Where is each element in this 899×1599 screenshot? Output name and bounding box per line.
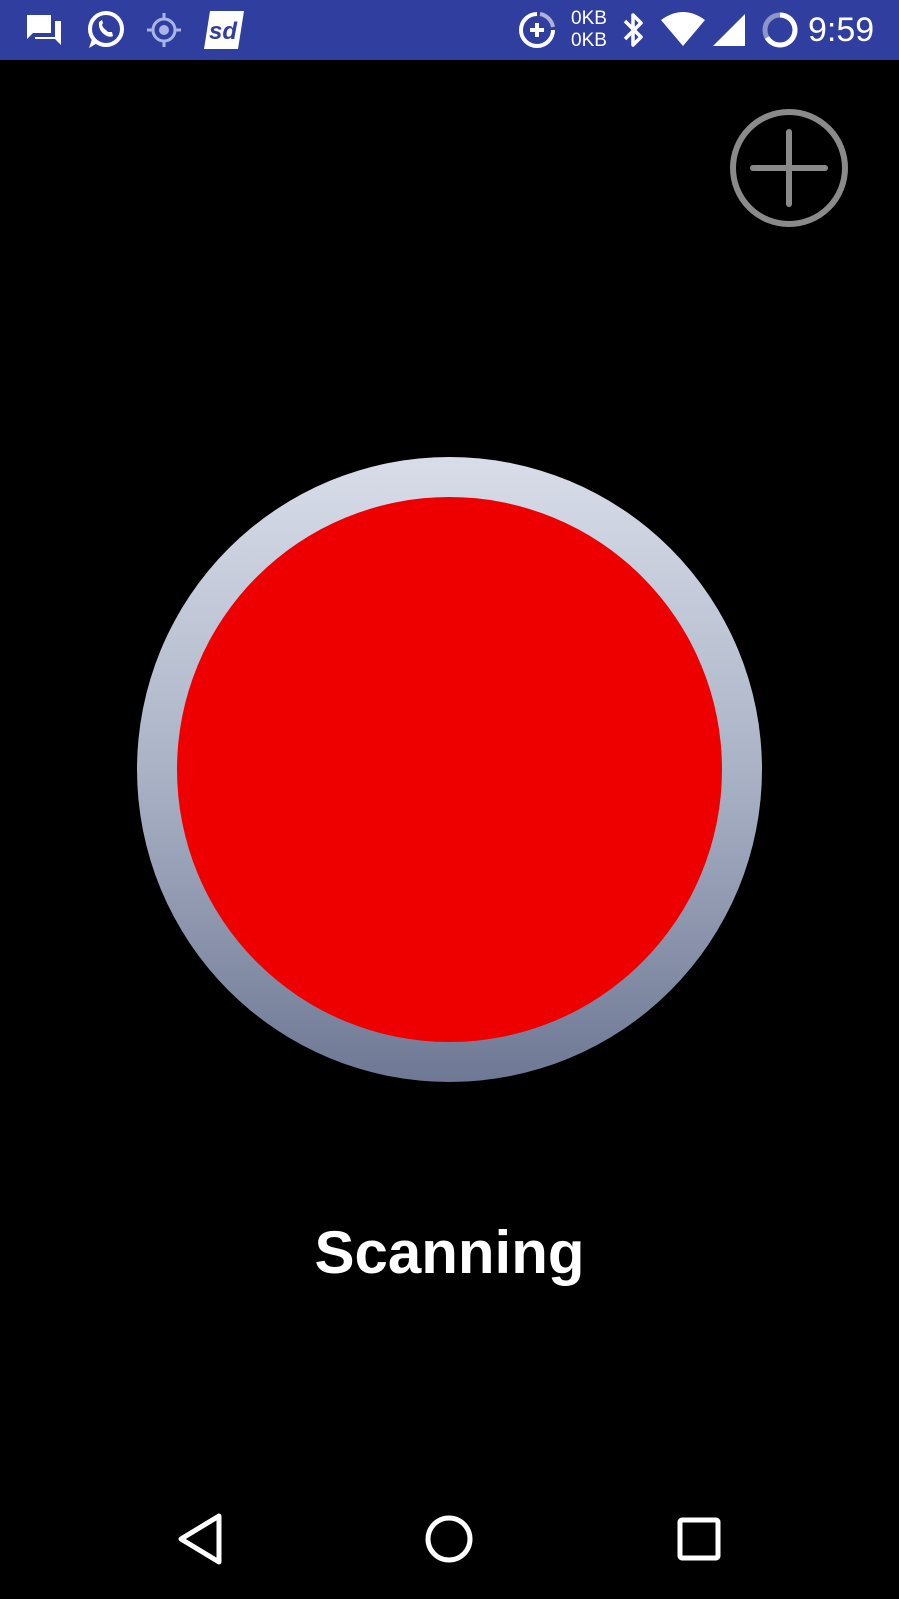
net-up-speed: 0KB xyxy=(571,8,607,29)
network-speed-indicator: 0KB 0KB xyxy=(566,6,612,54)
record-button-core xyxy=(177,497,722,1042)
scan-status-label: Scanning xyxy=(314,1219,585,1286)
data-saver-icon xyxy=(518,0,556,60)
location-icon xyxy=(146,0,182,60)
add-circle-icon xyxy=(730,109,848,227)
svg-text:sd: sd xyxy=(209,18,238,45)
net-down-speed: 0KB xyxy=(571,30,607,51)
add-button[interactable] xyxy=(729,108,849,228)
bluetooth-icon xyxy=(620,0,648,60)
home-icon xyxy=(425,1515,473,1563)
status-bar-clock: 9:59 xyxy=(808,11,875,49)
screen: sd 0KB 0KB 9:59 Scanning xyxy=(0,0,899,1599)
whatsapp-icon xyxy=(84,0,126,60)
recents-icon xyxy=(677,1517,721,1561)
home-button[interactable] xyxy=(389,1479,509,1599)
sd-app-icon: sd xyxy=(202,0,246,60)
wifi-icon xyxy=(660,0,706,60)
navigation-bar xyxy=(0,1479,899,1599)
messages-icon xyxy=(24,0,64,60)
recents-button[interactable] xyxy=(639,1479,759,1599)
status-bar: sd 0KB 0KB 9:59 xyxy=(0,0,899,60)
record-button[interactable] xyxy=(137,457,762,1082)
back-icon xyxy=(178,1513,222,1565)
back-button[interactable] xyxy=(140,1479,260,1599)
signal-icon xyxy=(710,0,748,60)
battery-icon xyxy=(760,0,800,60)
